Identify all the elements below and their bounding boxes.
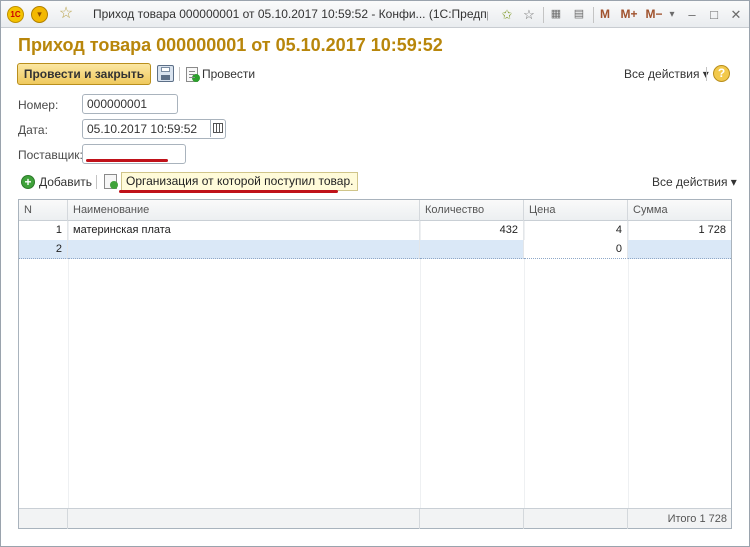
plus-icon: +: [21, 175, 35, 189]
row-name[interactable]: [68, 240, 420, 259]
supplier-label: Поставщик:: [18, 148, 83, 162]
page-title: Приход товара 000000001 от 05.10.2017 10…: [18, 35, 443, 55]
column-header-n[interactable]: N: [19, 200, 68, 221]
column-header-price[interactable]: Цена: [524, 200, 628, 221]
row-price[interactable]: 4: [524, 221, 628, 240]
calculator-icon[interactable]: ▦: [548, 5, 564, 24]
row-name[interactable]: материнская плата: [68, 221, 420, 240]
row-sum[interactable]: 1 728: [628, 221, 731, 240]
copy-row-icon[interactable]: [104, 174, 118, 189]
close-button[interactable]: ✕: [728, 5, 744, 24]
chevron-down-icon[interactable]: ▾: [667, 5, 677, 24]
favorite-star-icon[interactable]: ☆: [57, 5, 75, 23]
goods-table[interactable]: N Наименование Количество Цена Сумма 1 м…: [18, 199, 732, 529]
add-label: Добавить: [39, 175, 93, 189]
maximize-button[interactable]: □: [706, 5, 722, 24]
post-and-close-button[interactable]: Провести и закрыть: [17, 63, 151, 85]
history-icon[interactable]: ☆: [521, 5, 537, 24]
row-quantity[interactable]: 432: [420, 221, 524, 240]
add-row-button[interactable]: + Добавить: [21, 173, 92, 191]
row-price-editor[interactable]: 0: [524, 240, 628, 259]
supplier-tooltip: Организация от которой поступил товар.: [121, 172, 359, 191]
number-label: Номер:: [18, 98, 59, 112]
table-header: N Наименование Количество Цена Сумма: [19, 200, 731, 221]
date-label: Дата:: [18, 123, 48, 137]
table-row-selected[interactable]: 2 0: [19, 240, 731, 259]
window-title: Приход товара 000000001 от 05.10.2017 10…: [93, 7, 488, 21]
table-row[interactable]: 1 материнская плата 432 4 1 728: [19, 221, 731, 240]
1c-logo-icon[interactable]: 1С: [7, 6, 24, 23]
main-menu-icon[interactable]: ▾: [31, 6, 48, 23]
save-icon[interactable]: [157, 65, 174, 82]
post-button[interactable]: Провести: [186, 65, 255, 83]
title-bar: 1С ▾ ☆ Приход товара 000000001 от 05.10.…: [1, 1, 749, 28]
minimize-button[interactable]: –: [684, 5, 700, 24]
row-number: 1: [19, 221, 68, 240]
calendar-picker-icon[interactable]: [210, 120, 225, 137]
total-sum: Итого 1 728: [667, 513, 727, 525]
highlight-underline: [86, 159, 168, 162]
post-label: Провести: [202, 67, 256, 81]
row-sum[interactable]: [628, 240, 731, 259]
column-header-name[interactable]: Наименование: [68, 200, 420, 221]
highlight-underline: [119, 190, 338, 193]
memory-plus-button[interactable]: M+: [618, 5, 640, 24]
date-field[interactable]: 05.10.2017 10:59:52: [82, 119, 226, 139]
favorite-add-icon[interactable]: ✩: [498, 5, 516, 24]
calendar-icon[interactable]: ▤: [571, 5, 587, 24]
all-actions-menu[interactable]: Все действия ▾: [624, 67, 709, 81]
post-document-icon: [186, 66, 200, 82]
table-footer: Итого 1 728: [19, 508, 731, 529]
column-header-sum[interactable]: Сумма: [628, 200, 731, 221]
column-header-quantity[interactable]: Количество: [420, 200, 524, 221]
document-window: 1С ▾ ☆ Приход товара 000000001 от 05.10.…: [0, 0, 750, 547]
row-quantity[interactable]: [420, 240, 524, 259]
number-field[interactable]: 000000001: [82, 94, 178, 114]
memory-minus-button[interactable]: M−: [643, 5, 665, 24]
table-all-actions-menu[interactable]: Все действия ▾: [652, 175, 737, 189]
help-icon[interactable]: ?: [713, 65, 730, 82]
memory-m-button[interactable]: M: [598, 5, 612, 24]
row-number: 2: [19, 240, 68, 259]
